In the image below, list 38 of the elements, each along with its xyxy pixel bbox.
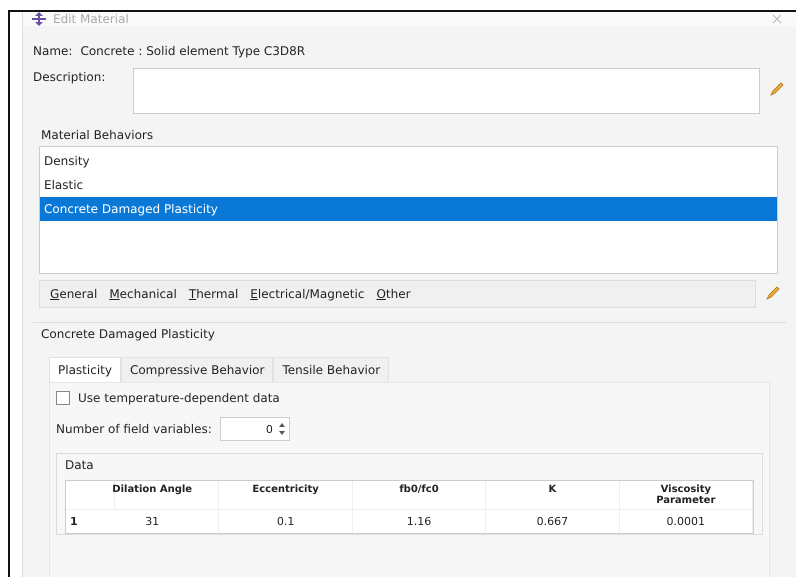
row-number: 1 (69, 514, 79, 530)
checkbox-label: Use temperature-dependent data (78, 391, 280, 405)
menu-item[interactable]: Electrical/Magnetic (250, 287, 364, 301)
menu-item[interactable]: Thermal (188, 287, 238, 301)
group-title: Material Behaviors (41, 128, 154, 142)
tab[interactable]: Plasticity (49, 357, 121, 382)
tab[interactable]: Compressive Behavior (120, 357, 274, 382)
column-header: fb0/fc0 (352, 481, 486, 510)
menu-item[interactable]: Mechanical (109, 287, 177, 301)
table-cell[interactable]: 0.667 (486, 510, 620, 533)
material-name: Concrete : Solid element Type C3D8R (80, 44, 306, 58)
table-cell[interactable]: 31 (86, 510, 220, 533)
list-item[interactable]: Density (40, 149, 777, 173)
list-item[interactable]: Elastic (40, 173, 777, 197)
description-label: Description: (33, 70, 106, 84)
table-cell[interactable]: 0.0001 (620, 510, 753, 533)
group-title: Concrete Damaged Plasticity (41, 327, 215, 341)
table-cell[interactable]: 0.1 (219, 510, 353, 533)
menu-item[interactable]: General (50, 287, 98, 301)
column-header: Dilation Angle (86, 481, 220, 510)
column-header: Eccentricity (219, 481, 353, 510)
checkbox[interactable] (56, 391, 70, 405)
description-field[interactable] (133, 68, 760, 114)
material-icon (31, 12, 47, 26)
group-title: Data (65, 458, 94, 472)
table-cell[interactable]: 1.16 (352, 510, 486, 533)
tab[interactable]: Tensile Behavior (273, 357, 390, 382)
spin-field[interactable]: 0 (220, 417, 290, 441)
menu-item[interactable]: Other (376, 287, 411, 301)
column-header: Viscosity Parameter (620, 481, 753, 510)
window-title: Edit Material (53, 12, 130, 26)
corner-header (66, 481, 115, 510)
pencil-icon[interactable] (764, 284, 782, 302)
field-label: Number of field variables: (56, 422, 212, 436)
list-item[interactable]: Concrete Damaged Plasticity (40, 197, 777, 221)
name-label: Name: (33, 44, 72, 58)
pencil-icon[interactable] (768, 80, 786, 98)
column-header: K (486, 481, 620, 510)
